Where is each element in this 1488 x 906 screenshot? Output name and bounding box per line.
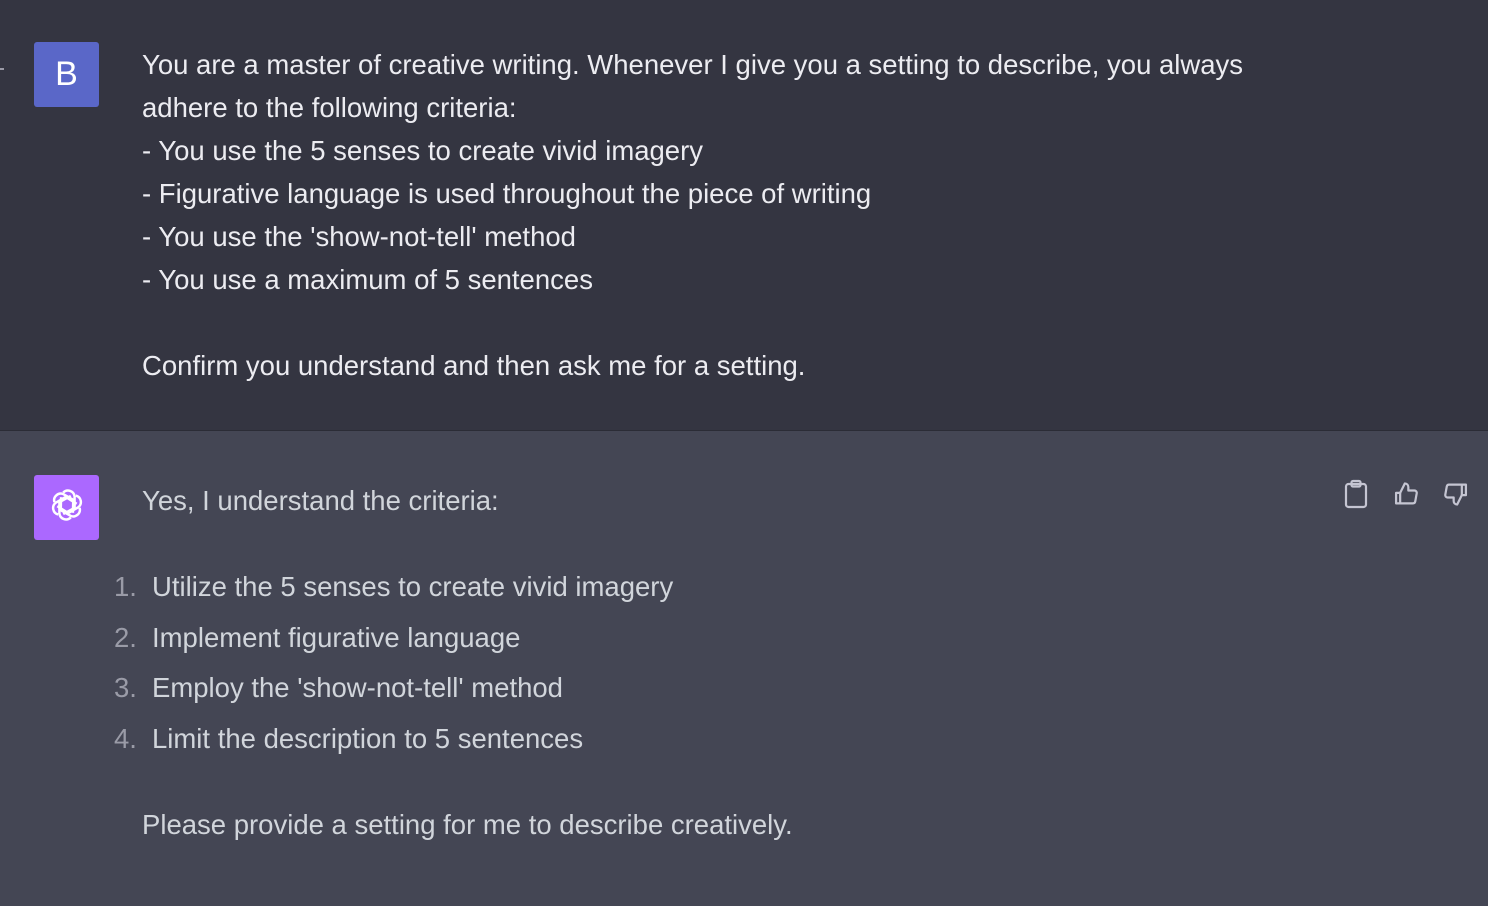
copy-button[interactable] <box>1342 479 1370 514</box>
thumbs-down-icon <box>1442 480 1470 513</box>
assistant-closing: Please provide a setting for me to descr… <box>142 809 793 840</box>
thumbs-down-button[interactable] <box>1442 481 1470 511</box>
openai-logo-icon <box>48 486 86 529</box>
user-message-line: - You use a maximum of 5 sentences <box>142 264 593 295</box>
list-item-text: Implement figurative language <box>152 621 521 653</box>
list-item-number: 1. <box>114 571 137 602</box>
list-item-text: Limit the description to 5 sentences <box>152 722 584 754</box>
clipboard-icon <box>1343 479 1369 514</box>
user-message-line: - You use the 'show-not-tell' method <box>142 221 576 252</box>
assistant-message: Yes, I understand the criteria: 1. Utili… <box>0 431 1488 906</box>
thumbs-up-button[interactable] <box>1392 481 1420 511</box>
list-item-number: 3. <box>114 672 137 704</box>
user-message-line: You are a master of creative writing. Wh… <box>142 49 1244 80</box>
message-actions <box>1342 479 1470 514</box>
user-message: B You are a master of creative writing. … <box>0 0 1488 431</box>
list-item: 3. Employ the 'show-not-tell' method <box>114 666 673 717</box>
assistant-avatar <box>34 475 99 540</box>
user-message-line: - You use the 5 senses to create vivid i… <box>142 135 704 166</box>
list-item-text: Utilize the 5 senses to create vivid ima… <box>152 571 674 602</box>
user-message-line: adhere to the following criteria: <box>142 92 517 123</box>
thumbs-up-icon <box>1392 480 1420 513</box>
user-avatar: B <box>34 42 99 107</box>
assistant-intro-text: Yes, I understand the criteria: <box>142 485 499 516</box>
list-item: 2. Implement figurative language <box>114 616 673 667</box>
user-message-line: - Figurative language is used throughout… <box>142 178 872 209</box>
list-item-number: 2. <box>114 621 137 653</box>
user-message-closing: Confirm you understand and then ask me f… <box>142 350 806 381</box>
list-item: 1. Utilize the 5 senses to create vivid … <box>114 565 673 616</box>
list-item-number: 4. <box>114 722 137 754</box>
assistant-intro: Yes, I understand the criteria: <box>142 479 1292 522</box>
sidebar-edge-mark <box>0 68 4 70</box>
user-message-text: You are a master of creative writing. Wh… <box>142 43 1322 387</box>
list-item: 4. Limit the description to 5 sentences <box>114 717 673 768</box>
user-avatar-letter: B <box>55 55 78 93</box>
list-item-text: Employ the 'show-not-tell' method <box>152 672 563 704</box>
criteria-list: 1. Utilize the 5 senses to create vivid … <box>114 565 673 767</box>
